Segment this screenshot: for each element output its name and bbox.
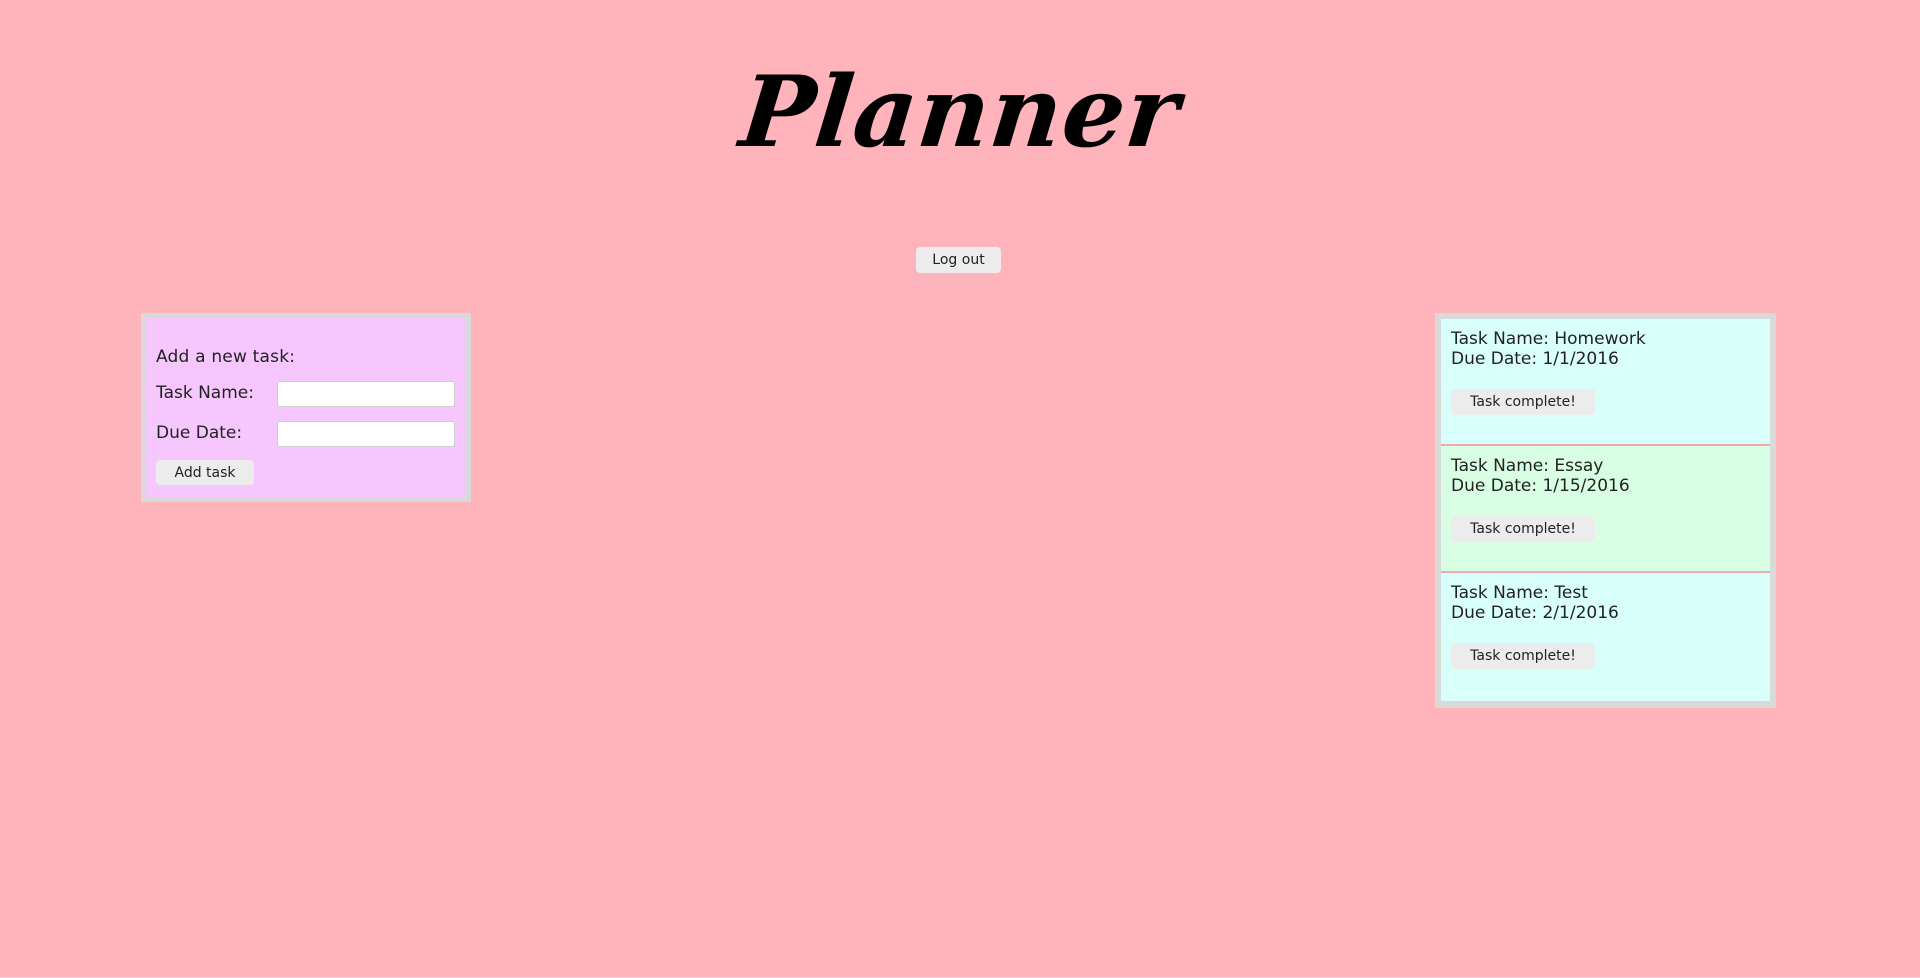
- task-name-label: Task Name:: [156, 383, 254, 403]
- task-due-text: Due Date: 2/1/2016: [1451, 603, 1619, 623]
- task-due-text: Due Date: 1/15/2016: [1451, 476, 1630, 496]
- page-title: Planner: [735, 55, 1186, 170]
- due-date-input[interactable]: [277, 421, 455, 447]
- task-name-text: Task Name: Essay: [1451, 456, 1604, 476]
- task-complete-button[interactable]: Task complete!: [1451, 643, 1595, 669]
- task-name-text: Task Name: Test: [1451, 583, 1588, 603]
- new-task-heading: Add a new task:: [156, 347, 296, 367]
- task-item-homework: Task Name: Homework Due Date: 1/1/2016 T…: [1441, 319, 1770, 446]
- task-name-text: Task Name: Homework: [1451, 329, 1646, 349]
- task-item-test: Task Name: Test Due Date: 2/1/2016 Task …: [1441, 573, 1770, 701]
- due-date-label: Due Date:: [156, 423, 243, 443]
- planner-page: Planner Log out Add a new task: Task Nam…: [0, 0, 1920, 978]
- add-task-button[interactable]: Add task: [156, 460, 254, 485]
- task-item-essay: Task Name: Essay Due Date: 1/15/2016 Tas…: [1441, 446, 1770, 573]
- task-complete-button[interactable]: Task complete!: [1451, 389, 1595, 415]
- new-task-card: Add a new task: Task Name: Due Date: Add…: [141, 313, 471, 502]
- logout-button[interactable]: Log out: [916, 247, 1001, 273]
- task-complete-button[interactable]: Task complete!: [1451, 516, 1595, 542]
- task-list: Task Name: Homework Due Date: 1/1/2016 T…: [1435, 313, 1776, 708]
- task-name-input[interactable]: [277, 381, 455, 407]
- task-due-text: Due Date: 1/1/2016: [1451, 349, 1619, 369]
